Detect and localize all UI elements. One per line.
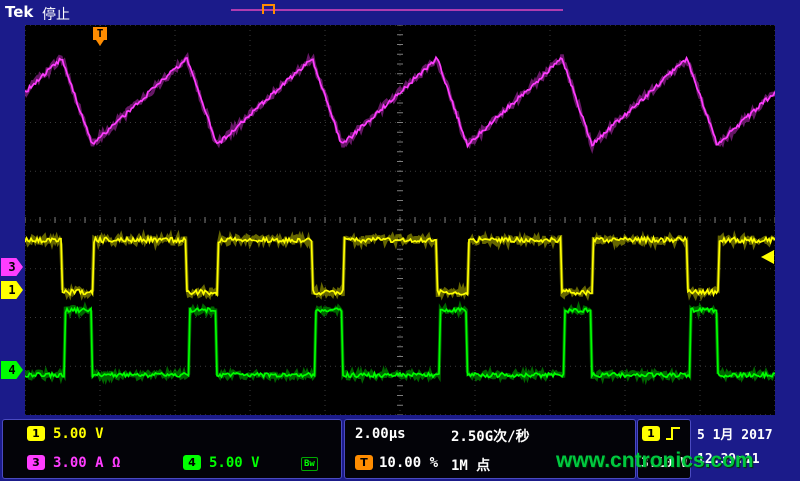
sample-rate: 2.50G次/秒 (451, 426, 530, 446)
ch1-ground-marker: 1 (1, 281, 23, 299)
ch3-badge: 3 (27, 455, 45, 470)
timebase: 2.00µs (355, 426, 406, 442)
trigger-source-badge: 1 (642, 426, 660, 441)
trigger-level-arrow-icon (761, 250, 774, 264)
trigger-position-flag: T (93, 27, 107, 40)
graticule (25, 25, 775, 415)
record-position-marker (262, 4, 275, 14)
ch4-badge: 4 (183, 455, 201, 470)
watermark: www.cntronics.com (556, 449, 754, 473)
record-view-bar (231, 9, 563, 11)
ch1-scale: 5.00 V (53, 426, 104, 442)
ch4-bandwidth-icon: Bw (301, 457, 318, 471)
waveform-canvas (25, 25, 775, 415)
ch4-scale: 5.00 V (209, 455, 260, 471)
ch3-ground-marker: 3 (1, 258, 23, 276)
ch4-ground-marker: 4 (1, 361, 23, 379)
date-readout: 5 1月 2017 (697, 424, 773, 443)
graticule-grid (25, 25, 775, 415)
channel-readouts-box: 1 5.00 V 3 3.00 A Ω 4 5.00 V Bw (2, 419, 342, 479)
trace-ch3-halo (25, 55, 775, 149)
trace-ch4 (25, 308, 775, 377)
trigger-position-flag-tail (96, 40, 104, 46)
brand-logo: Tek (5, 3, 33, 21)
oscilloscope-screen: Tek 停止 T 3 1 4 1 5.00 V 3 3.00 A Ω 4 5.0… (0, 0, 800, 481)
acquisition-status: 停止 (42, 4, 70, 24)
record-length: 1M 点 (451, 455, 490, 475)
trigger-position-readout: 10.00 % (379, 455, 438, 471)
ch1-badge: 1 (27, 426, 45, 441)
trace-ch1-halo (25, 236, 775, 297)
trigger-slope-icon (664, 424, 682, 442)
trigger-position-badge: T (355, 455, 373, 470)
ch3-scale: 3.00 A Ω (53, 455, 120, 471)
